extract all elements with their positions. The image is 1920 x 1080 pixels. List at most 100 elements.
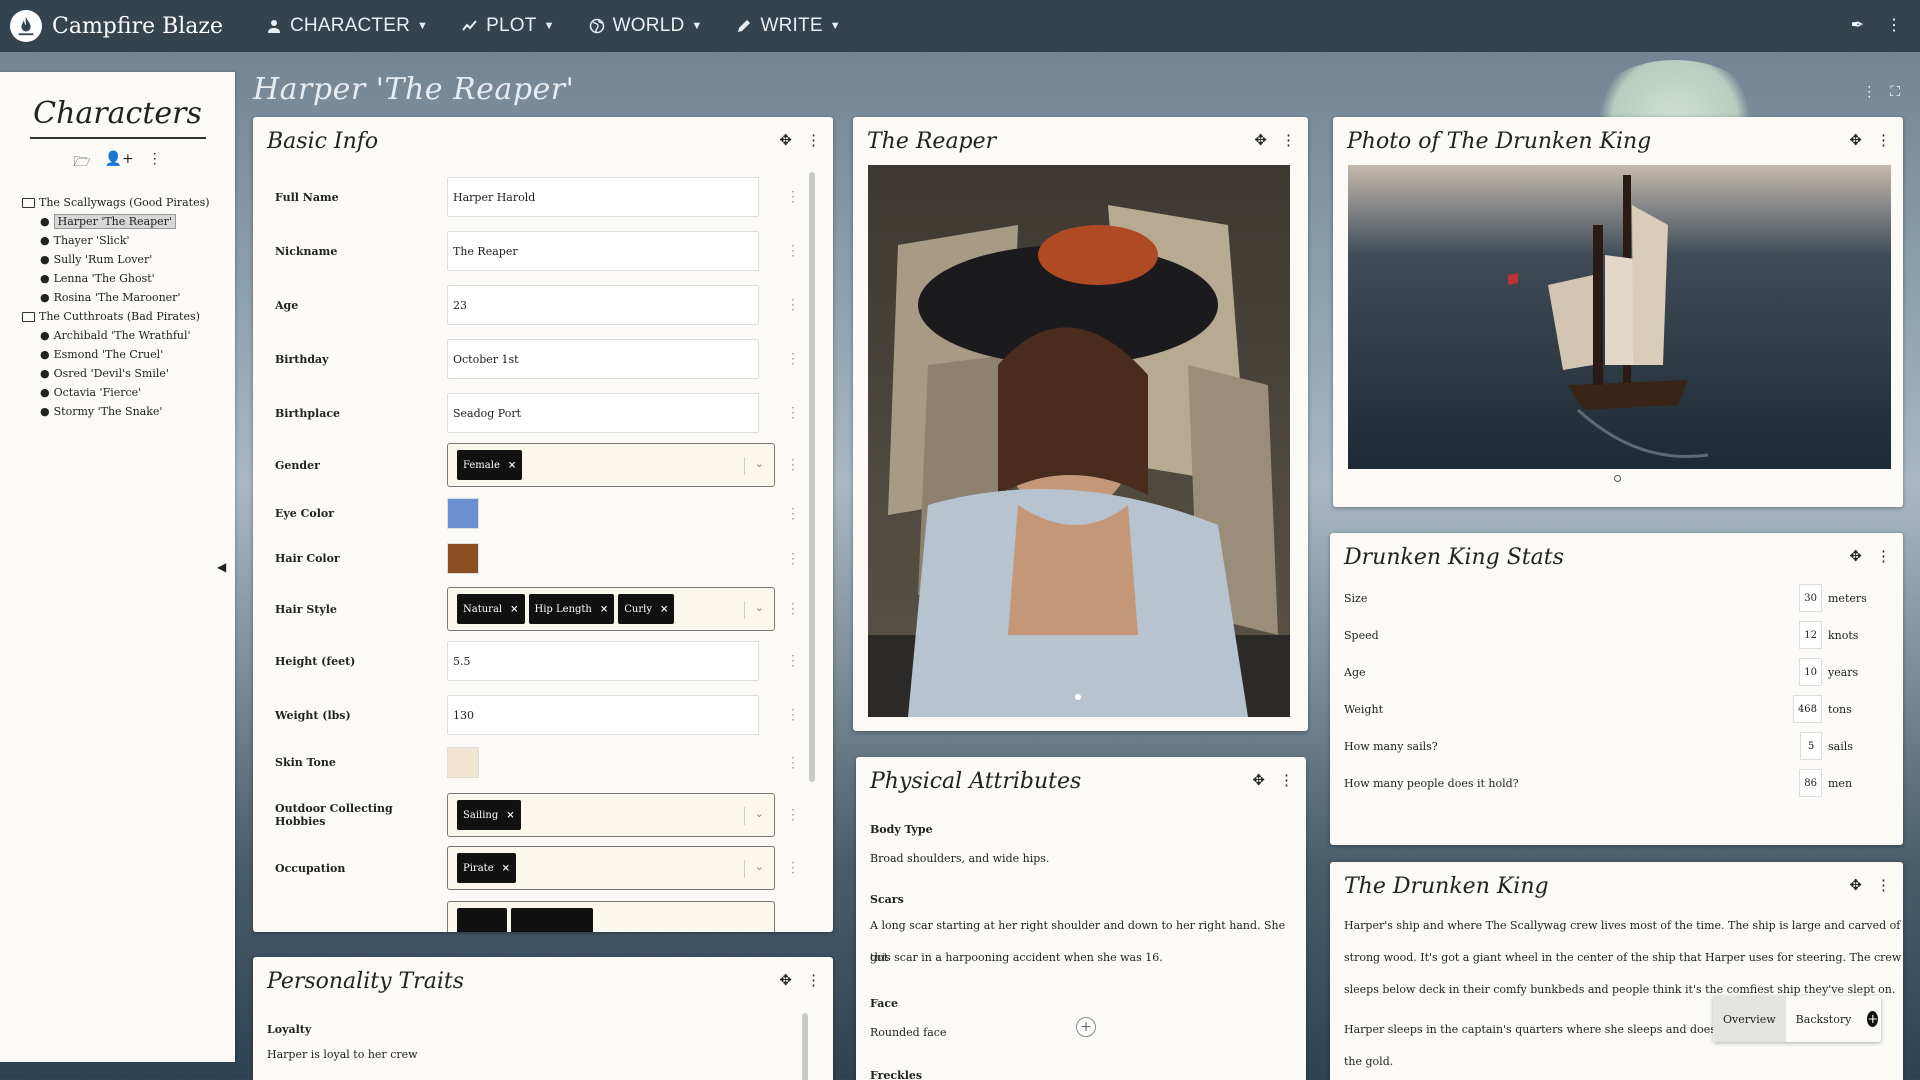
tree-item-osred[interactable]: ● Osred 'Devil's Smile' — [40, 364, 235, 383]
chevron-down-icon[interactable]: ⌄ — [743, 807, 764, 825]
tree-item-thayer[interactable]: ● Thayer 'Slick' — [40, 231, 235, 250]
skin-tone-swatch[interactable] — [447, 747, 479, 778]
height-input[interactable]: 5.5 — [447, 641, 759, 681]
close-icon[interactable]: × — [600, 604, 608, 615]
more-vert-icon[interactable]: ⋮ — [786, 457, 800, 473]
collapse-sidebar-icon[interactable]: ◀ — [217, 560, 226, 574]
tab-overview[interactable]: Overview — [1713, 996, 1786, 1042]
more-vert-icon[interactable]: ⋮ — [1279, 771, 1294, 789]
stat-value-input[interactable]: 30 — [1799, 584, 1822, 612]
move-arrows-icon[interactable]: ✥ — [779, 131, 792, 149]
more-vert-icon[interactable]: ⋮ — [786, 297, 800, 313]
scrollbar[interactable] — [809, 172, 815, 782]
stat-value-input[interactable]: 468 — [1792, 695, 1822, 723]
field-label: Skin Tone — [275, 756, 336, 769]
hobbies-select[interactable]: Sailing × ⌄ — [447, 793, 775, 837]
add-tab-icon[interactable]: + — [1867, 1011, 1879, 1027]
more-vert-icon[interactable]: ⋮ — [786, 601, 800, 617]
more-vert-icon[interactable]: ⋮ — [786, 405, 800, 421]
more-vert-icon[interactable]: ⋮ — [786, 807, 800, 823]
more-vert-icon[interactable]: ⋮ — [1876, 131, 1891, 149]
more-vert-icon[interactable]: ⋮ — [786, 243, 800, 259]
move-arrows-icon[interactable]: ✥ — [1849, 131, 1862, 149]
more-vert-icon[interactable]: ⋮ — [786, 351, 800, 367]
stat-value-input[interactable]: 86 — [1799, 769, 1822, 797]
hair-style-chip[interactable]: Hip Length × — [528, 594, 615, 624]
move-arrows-icon[interactable]: ✥ — [1254, 131, 1267, 149]
more-vert-icon[interactable]: ⋮ — [1876, 547, 1891, 565]
stat-value-input[interactable]: 10 — [1799, 658, 1822, 686]
move-arrows-icon[interactable]: ✥ — [1849, 876, 1862, 894]
birthday-input[interactable]: October 1st — [447, 339, 759, 379]
hair-color-swatch[interactable] — [447, 543, 479, 574]
tree-item-archibald[interactable]: ● Archibald 'The Wrathful' — [40, 326, 235, 345]
birthplace-input[interactable]: Seadog Port — [447, 393, 759, 433]
nickname-input[interactable]: The Reaper — [447, 231, 759, 271]
more-vert-icon[interactable]: ⋮ — [806, 131, 821, 149]
eye-color-swatch[interactable] — [447, 498, 479, 529]
carousel-indicator[interactable] — [1614, 475, 1621, 482]
more-vert-icon[interactable]: ⋮ — [806, 971, 821, 989]
fullscreen-icon[interactable]: ⛶ — [1890, 84, 1900, 100]
more-vert-icon[interactable]: ⋮ — [1876, 876, 1891, 894]
chevron-down-icon[interactable]: ⌄ — [743, 860, 764, 878]
move-arrows-icon[interactable]: ✥ — [1849, 547, 1862, 565]
chevron-down-icon[interactable]: ⌄ — [743, 601, 764, 619]
hair-style-chip[interactable]: Curly × — [618, 594, 675, 624]
scrollbar[interactable] — [802, 1013, 808, 1080]
tree-item-esmond[interactable]: ● Esmond 'The Cruel' — [40, 345, 235, 364]
close-icon[interactable]: × — [502, 863, 510, 874]
close-icon[interactable]: × — [510, 604, 518, 615]
more-vert-icon[interactable]: ⋮ — [786, 189, 800, 205]
close-icon[interactable]: × — [508, 460, 516, 471]
more-vert-icon[interactable]: ⋮ — [786, 551, 800, 567]
tree-item-sully[interactable]: ● Sully 'Rum Lover' — [40, 250, 235, 269]
nav-write[interactable]: WRITE ▼ — [736, 15, 841, 37]
more-vert-icon[interactable]: ⋮ — [1862, 84, 1876, 100]
occupation-chip[interactable]: Pirate × — [457, 853, 516, 883]
gender-select[interactable]: Female × ⌄ — [447, 443, 775, 487]
tree-item-lenna[interactable]: ● Lenna 'The Ghost' — [40, 269, 235, 288]
stat-value-input[interactable]: 5 — [1800, 732, 1822, 760]
nav-character[interactable]: CHARACTER ▼ — [266, 15, 428, 37]
add-circle-icon[interactable]: + — [1076, 1017, 1096, 1037]
close-icon[interactable]: × — [660, 604, 668, 615]
stat-value-input[interactable]: 12 — [1799, 621, 1822, 649]
hair-style-chip[interactable]: Natural × — [457, 594, 525, 624]
more-vert-icon[interactable]: ⋮ — [786, 707, 800, 723]
move-arrows-icon[interactable]: ✥ — [1252, 771, 1265, 789]
partial-select[interactable] — [447, 901, 775, 932]
tab-backstory[interactable]: Backstory — [1786, 996, 1862, 1042]
close-icon[interactable]: × — [506, 810, 514, 821]
app-logo[interactable]: Campfire Blaze — [10, 10, 250, 42]
weight-input[interactable]: 130 — [447, 695, 759, 735]
edit-brush-icon[interactable]: ✒ — [1851, 15, 1864, 34]
nav-plot[interactable]: PLOT ▼ — [462, 15, 555, 37]
full-name-input[interactable]: Harper Harold — [447, 177, 759, 217]
hair-style-select[interactable]: Natural × Hip Length × Curly × ⌄ — [447, 587, 775, 631]
tree-item-stormy[interactable]: ● Stormy 'The Snake' — [40, 402, 235, 421]
add-person-icon[interactable]: 👤+ — [105, 151, 134, 175]
more-vert-icon[interactable]: ⋮ — [1281, 131, 1296, 149]
hobby-chip[interactable]: Sailing × — [457, 800, 521, 830]
tree-item-octavia[interactable]: ● Octavia 'Fierce' — [40, 383, 235, 402]
move-arrows-icon[interactable]: ✥ — [779, 971, 792, 989]
new-folder-icon[interactable]: 🗁 — [73, 151, 90, 175]
more-vert-icon[interactable]: ⋮ — [786, 653, 800, 669]
more-vert-icon[interactable]: ⋮ — [148, 151, 162, 175]
gender-chip[interactable]: Female × — [457, 450, 523, 480]
chevron-down-icon[interactable]: ⌄ — [743, 457, 764, 475]
age-input[interactable]: 23 — [447, 285, 759, 325]
occupation-select[interactable]: Pirate × ⌄ — [447, 846, 775, 890]
tree-folder-cutthroats[interactable]: The Cutthroats (Bad Pirates) — [22, 307, 235, 326]
tree-item-harper[interactable]: ● Harper 'The Reaper' — [40, 212, 235, 231]
field-weight: Weight (lbs) 130 ⋮ — [275, 695, 800, 735]
more-vert-icon[interactable]: ⋮ — [786, 755, 800, 771]
more-vert-icon[interactable]: ⋮ — [786, 506, 800, 522]
basic-info-card: Basic Info ✥ ⋮ Full Name Harper Harold ⋮… — [253, 117, 833, 932]
tree-item-rosina[interactable]: ● Rosina 'The Marooner' — [40, 288, 235, 307]
nav-world[interactable]: WORLD ▼ — [589, 15, 703, 37]
tree-folder-scallywags[interactable]: The Scallywags (Good Pirates) — [22, 193, 235, 212]
more-vert-icon[interactable]: ⋮ — [1886, 15, 1902, 34]
more-vert-icon[interactable]: ⋮ — [786, 860, 800, 876]
